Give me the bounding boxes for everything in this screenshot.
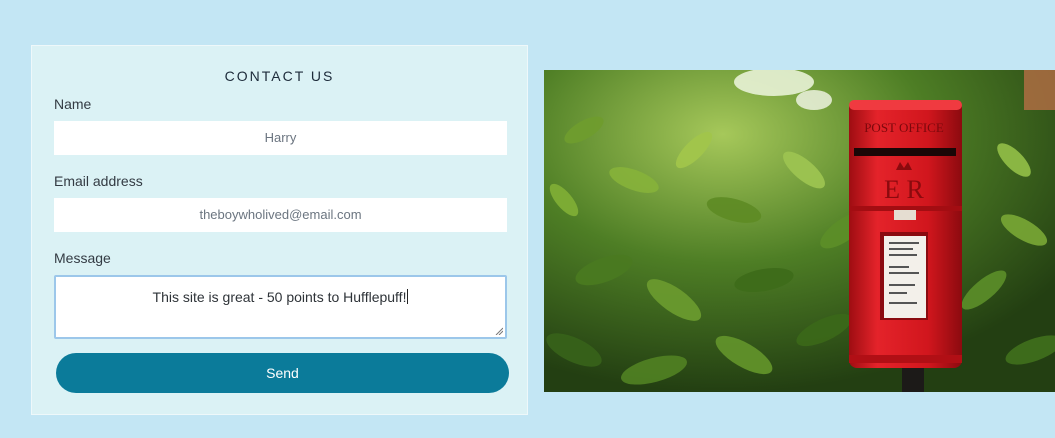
name-label: Name (54, 96, 92, 112)
postbox-graphic: POST OFFICE E R (849, 100, 962, 368)
text-caret (407, 289, 409, 304)
email-label: Email address (54, 173, 143, 189)
name-input[interactable]: Harry (54, 121, 507, 155)
contact-form-title: CONTACT US (224, 68, 335, 84)
send-button[interactable]: Send (56, 353, 509, 393)
message-label: Message (54, 250, 111, 266)
message-text: This site is great - 50 points to Huffle… (152, 289, 407, 305)
contact-form-card: CONTACT US Name Harry Email address theb… (31, 45, 528, 415)
postbox-cipher: E R (884, 175, 924, 204)
postbox-photo: POST OFFICE E R (544, 70, 1055, 392)
message-textarea[interactable]: This site is great - 50 points to Huffle… (54, 275, 507, 339)
email-input[interactable]: theboywholived@email.com (54, 198, 507, 232)
postbox-sign: POST OFFICE (864, 120, 944, 135)
postbox-image: POST OFFICE E R (544, 70, 1055, 392)
resize-grip-icon[interactable] (495, 327, 503, 335)
